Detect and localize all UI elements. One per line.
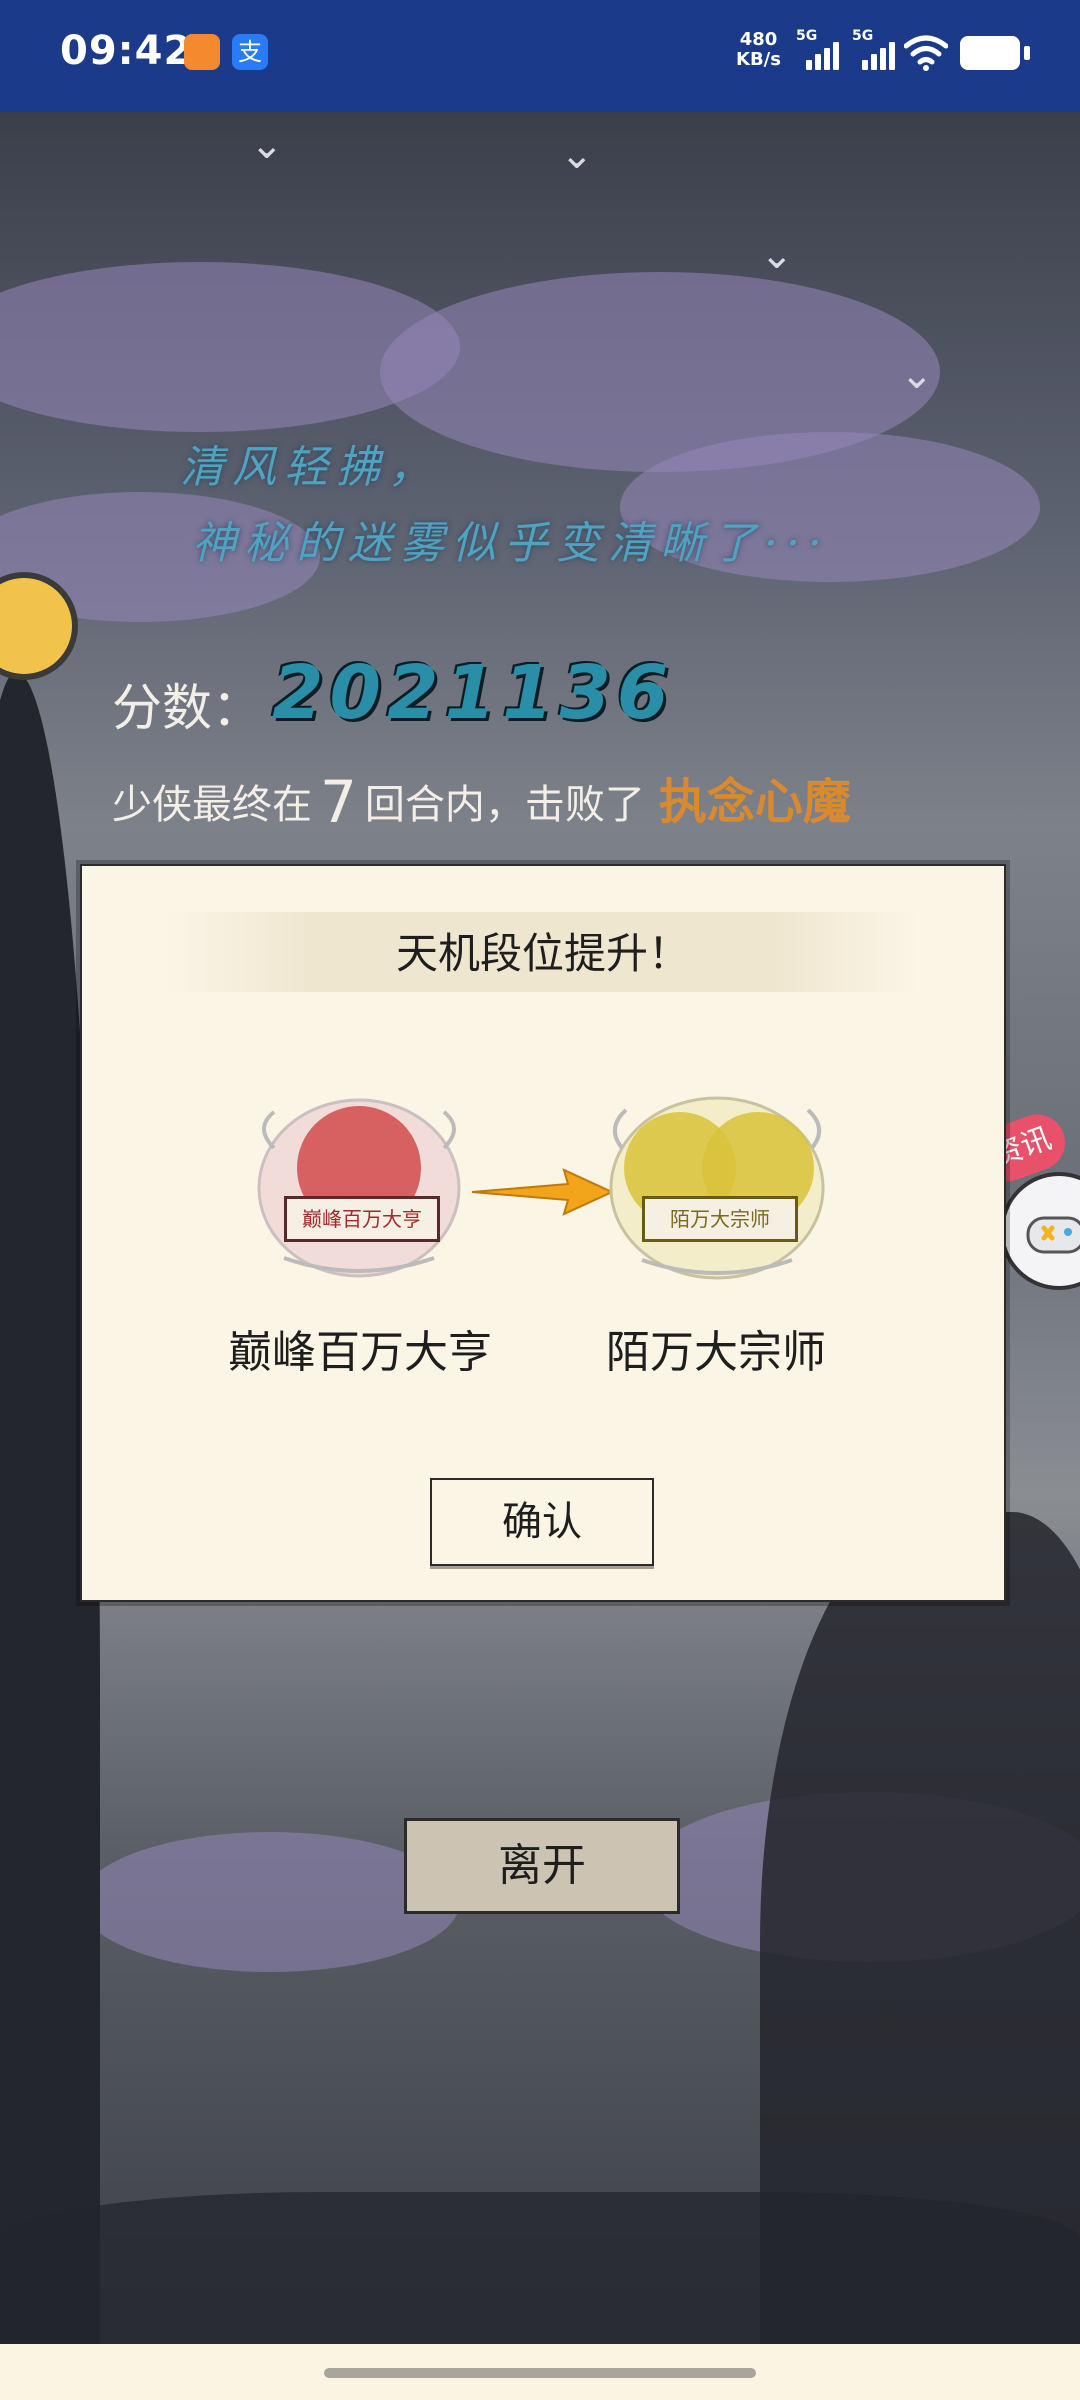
battery-icon (960, 36, 1030, 70)
signal-icon: 5G (852, 28, 898, 76)
network-type-label: 5G (852, 28, 874, 44)
network-type-label: 5G (796, 28, 818, 44)
result-prefix: 少侠最终在 (112, 782, 312, 828)
network-speed: 480 KB/s (736, 30, 781, 70)
gesture-navigation-bar (0, 2344, 1080, 2400)
network-speed-unit: KB/s (736, 49, 781, 70)
network-speed-value: 480 (739, 29, 778, 50)
score-value: 2021136 (272, 650, 675, 736)
battle-result-text: 少侠最终在 7 回合内，击败了 执念心魔 (112, 762, 851, 836)
poem-line-2: 神秘的迷雾似乎变清晰了··· (192, 518, 830, 569)
new-rank-plate: 陌万大宗师 (642, 1196, 798, 1242)
result-middle: 回合内，击败了 (364, 782, 645, 828)
arrow-right-icon (472, 1168, 612, 1216)
bird-icon: ⌄ (900, 352, 934, 398)
clock: 09:42 (60, 28, 193, 74)
wifi-icon (904, 35, 948, 71)
gamepad-icon (1026, 1216, 1080, 1254)
leave-button[interactable]: 离开 (404, 1818, 680, 1914)
rank-up-dialog: 天机段位提升！ 巅峰百万大亨 陌万大宗师 巅峰百万大亨 陌万大宗师 确认 (80, 864, 1006, 1602)
confirm-button[interactable]: 确认 (430, 1478, 654, 1566)
video-app-icon (184, 34, 220, 70)
new-rank-name: 陌万大宗师 (606, 1327, 826, 1378)
alipay-icon: 支 (232, 34, 268, 70)
boss-name: 执念心魔 (658, 774, 851, 830)
status-bar: 09:42 支 480 KB/s 5G 5G (0, 0, 1080, 112)
bird-icon: ⌄ (760, 232, 794, 278)
signal-icon: 5G (796, 28, 842, 76)
old-rank-plate: 巅峰百万大亨 (284, 1196, 440, 1242)
bird-icon: ⌄ (250, 122, 284, 168)
dialog-title: 天机段位提升！ (395, 929, 690, 978)
home-gesture-pill[interactable] (324, 2368, 756, 2378)
cloud-decoration (80, 1832, 460, 1972)
old-rank-name: 巅峰百万大亨 (228, 1327, 492, 1378)
narrative-text: 清风轻拂， 神秘的迷雾似乎变清晰了··· (180, 430, 960, 582)
game-assistant-float-button[interactable] (1000, 1172, 1080, 1290)
result-rounds: 7 (320, 768, 357, 836)
ground-decoration (0, 2192, 1080, 2344)
bird-icon: ⌄ (560, 132, 594, 178)
score-label: 分数： (112, 679, 262, 737)
poem-line-1: 清风轻拂， (180, 442, 440, 493)
